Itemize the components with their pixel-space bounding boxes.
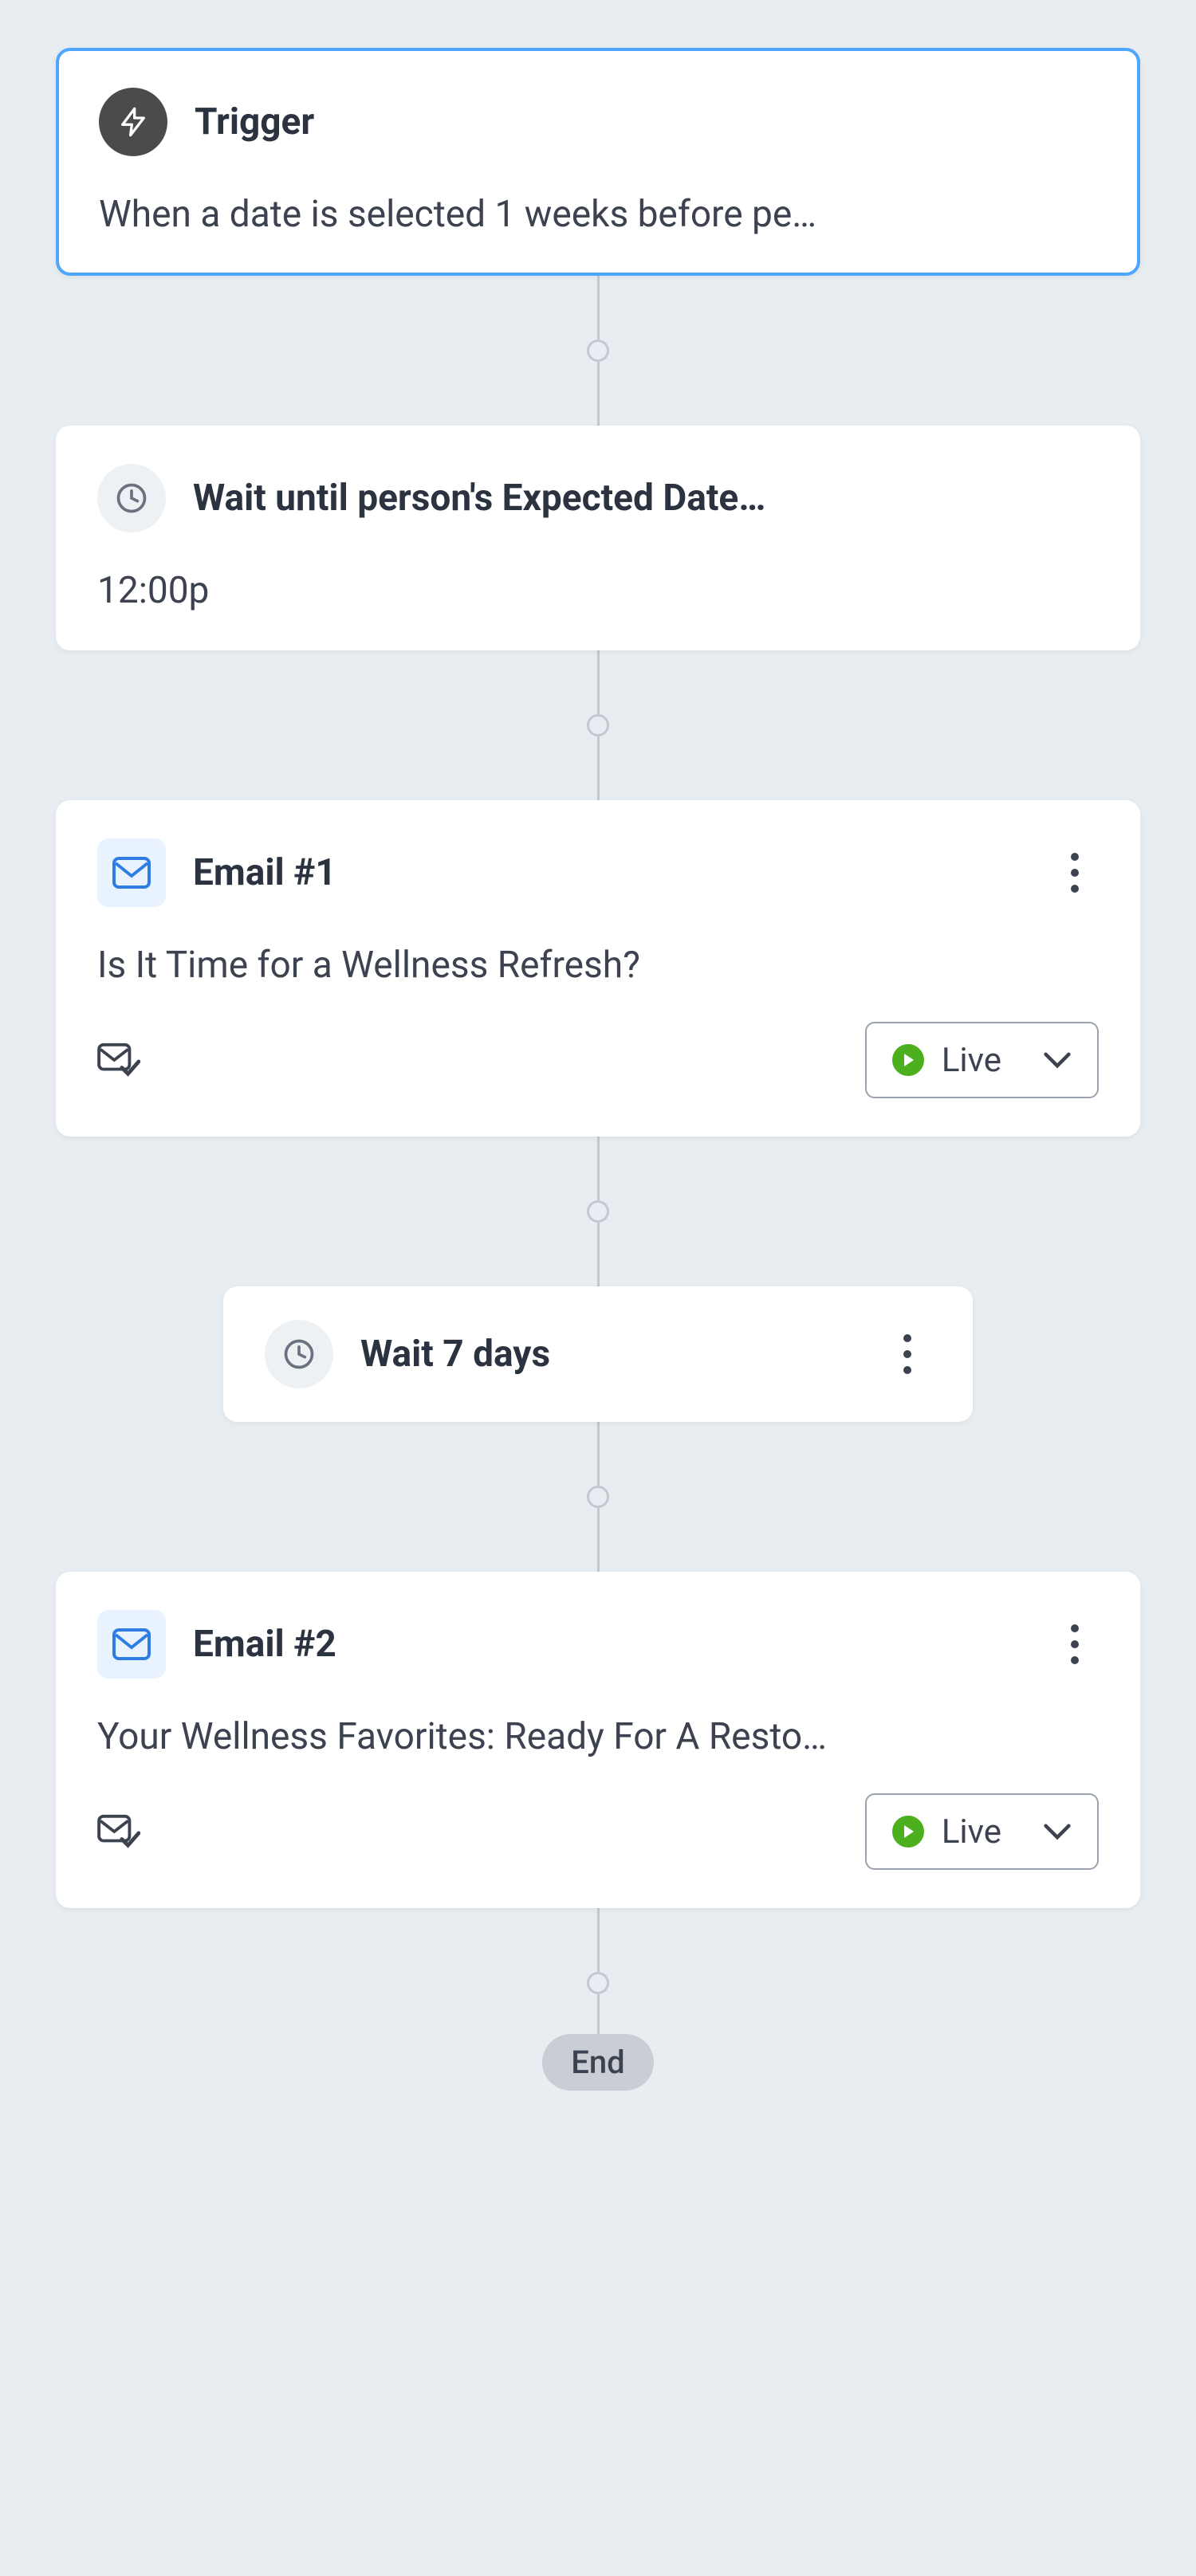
wait-until-card[interactable]: Wait until person's Expected Date… 12:00… [56,426,1140,650]
chevron-down-icon [1043,1823,1072,1840]
email-1-menu[interactable] [1051,853,1099,893]
email-2-subject: Your Wellness Favorites: Ready For A Res… [97,1715,1099,1758]
flow-canvas: Trigger When a date is selected 1 weeks … [0,0,1196,2576]
connector [587,1908,609,2034]
wait-7-days-menu[interactable] [883,1334,931,1374]
play-status-icon [892,1044,924,1076]
email-2-menu[interactable] [1051,1624,1099,1664]
email-1-card[interactable]: Email #1 Is It Time for a Wellness Refre… [56,800,1140,1137]
email-2-title: Email #2 [193,1623,1024,1666]
delivered-icon [97,1810,140,1853]
trigger-title: Trigger [195,100,1097,143]
email-2-status-dropdown[interactable]: Live [865,1793,1099,1870]
email-1-title: Email #1 [193,851,1024,894]
connector [587,276,609,426]
email-2-status-label: Live [942,1812,1001,1852]
add-node-dot[interactable] [587,714,609,736]
delivered-icon [97,1039,140,1082]
wait-7-days-title: Wait 7 days [360,1333,856,1376]
wait-until-title: Wait until person's Expected Date… [193,477,1099,520]
lightning-icon [99,88,167,156]
connector [587,650,609,800]
wait-until-time: 12:00p [97,569,1099,612]
trigger-description: When a date is selected 1 weeks before p… [99,193,1097,236]
wait-7-days-card[interactable]: Wait 7 days [223,1286,973,1422]
add-node-dot[interactable] [587,340,609,362]
email-1-status-label: Live [942,1041,1001,1080]
mail-icon [97,838,166,907]
mail-icon [97,1610,166,1679]
connector [587,1137,609,1286]
play-status-icon [892,1816,924,1848]
connector [587,1422,609,1572]
clock-icon [265,1320,333,1388]
end-node: End [542,2034,653,2091]
add-node-dot[interactable] [587,1200,609,1223]
email-1-subject: Is It Time for a Wellness Refresh? [97,944,1099,987]
add-node-dot[interactable] [587,1486,609,1508]
clock-icon [97,464,166,532]
email-1-status-dropdown[interactable]: Live [865,1022,1099,1098]
chevron-down-icon [1043,1051,1072,1069]
trigger-card[interactable]: Trigger When a date is selected 1 weeks … [56,48,1140,276]
email-2-card[interactable]: Email #2 Your Wellness Favorites: Ready … [56,1572,1140,1908]
add-node-dot[interactable] [587,1972,609,1994]
